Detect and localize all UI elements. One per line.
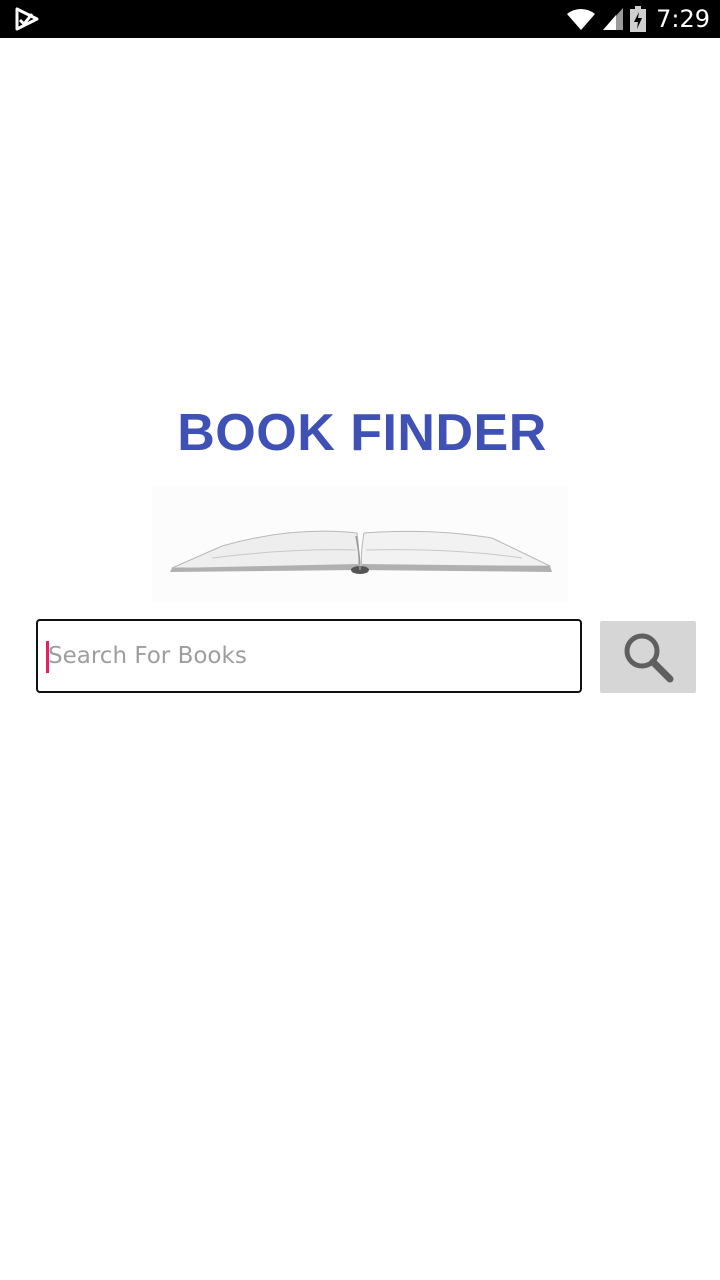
search-input[interactable] <box>48 621 568 691</box>
book-finder-screen: BOOK FINDER <box>0 38 720 1280</box>
status-time: 7:29 <box>656 5 710 33</box>
search-field[interactable] <box>36 619 582 693</box>
status-icons: 7:29 <box>566 0 710 38</box>
wifi-icon <box>567 8 596 30</box>
cell-signal-icon <box>603 8 624 30</box>
app-notification-icon <box>15 7 39 31</box>
battery-charging-icon <box>630 6 647 32</box>
status-bar: 7:29 <box>0 0 720 38</box>
open-book-image <box>152 486 568 602</box>
app-title: BOOK FINDER <box>177 404 547 462</box>
search-button[interactable] <box>600 621 696 693</box>
search-icon <box>624 633 674 683</box>
